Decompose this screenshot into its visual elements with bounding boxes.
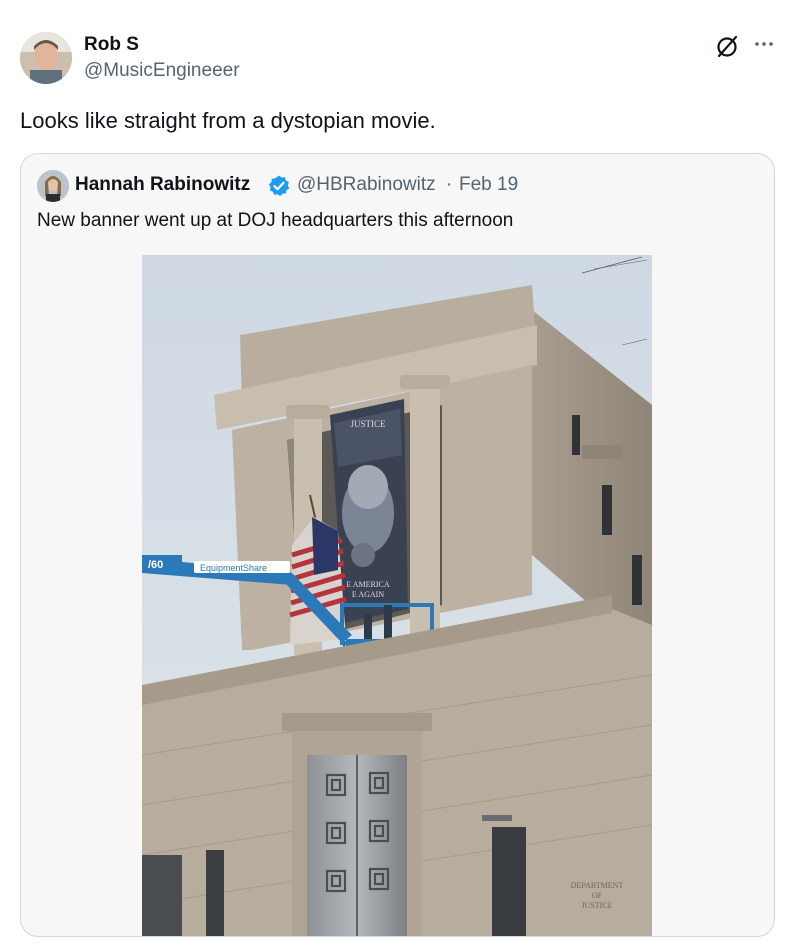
- lift-brand: EquipmentShare: [200, 563, 267, 573]
- verified-badge-icon: [267, 174, 291, 198]
- quoted-author-name[interactable]: Hannah Rabinowitz: [75, 174, 250, 196]
- quoted-author-avatar[interactable]: [37, 170, 69, 202]
- engraving-line-3: JUSTICE: [581, 901, 612, 910]
- quoted-tweet-photo[interactable]: JUSTICE E AMERICA E AGAIN /60 EquipmentS…: [142, 255, 652, 936]
- banner-line-2: E AGAIN: [352, 590, 384, 599]
- tweet-text: Looks like straight from a dystopian mov…: [20, 108, 436, 133]
- author-avatar[interactable]: [20, 32, 72, 84]
- engraving-line-2: OF: [592, 891, 603, 900]
- engraving-line-1: DEPARTMENT: [571, 881, 624, 890]
- quoted-tweet-date[interactable]: Feb 19: [459, 174, 518, 196]
- banner-top-text: JUSTICE: [350, 419, 386, 429]
- tweet: Rob S @MusicEngineeer Looks like straigh…: [0, 0, 800, 948]
- author-handle[interactable]: @MusicEngineeer: [84, 60, 240, 82]
- quoted-tweet-text: New banner went up at DOJ headquarters t…: [37, 210, 514, 231]
- quoted-tweet-card[interactable]: Hannah Rabinowitz @HBRabinowitz · Feb 19…: [20, 153, 775, 937]
- lift-number: /60: [148, 559, 163, 571]
- quoted-author-handle[interactable]: @HBRabinowitz: [297, 174, 436, 196]
- banner-line-1: E AMERICA: [346, 580, 390, 589]
- grok-icon[interactable]: [714, 34, 740, 60]
- author-name[interactable]: Rob S: [84, 34, 139, 56]
- more-icon[interactable]: [752, 34, 776, 58]
- separator-dot: ·: [446, 174, 453, 195]
